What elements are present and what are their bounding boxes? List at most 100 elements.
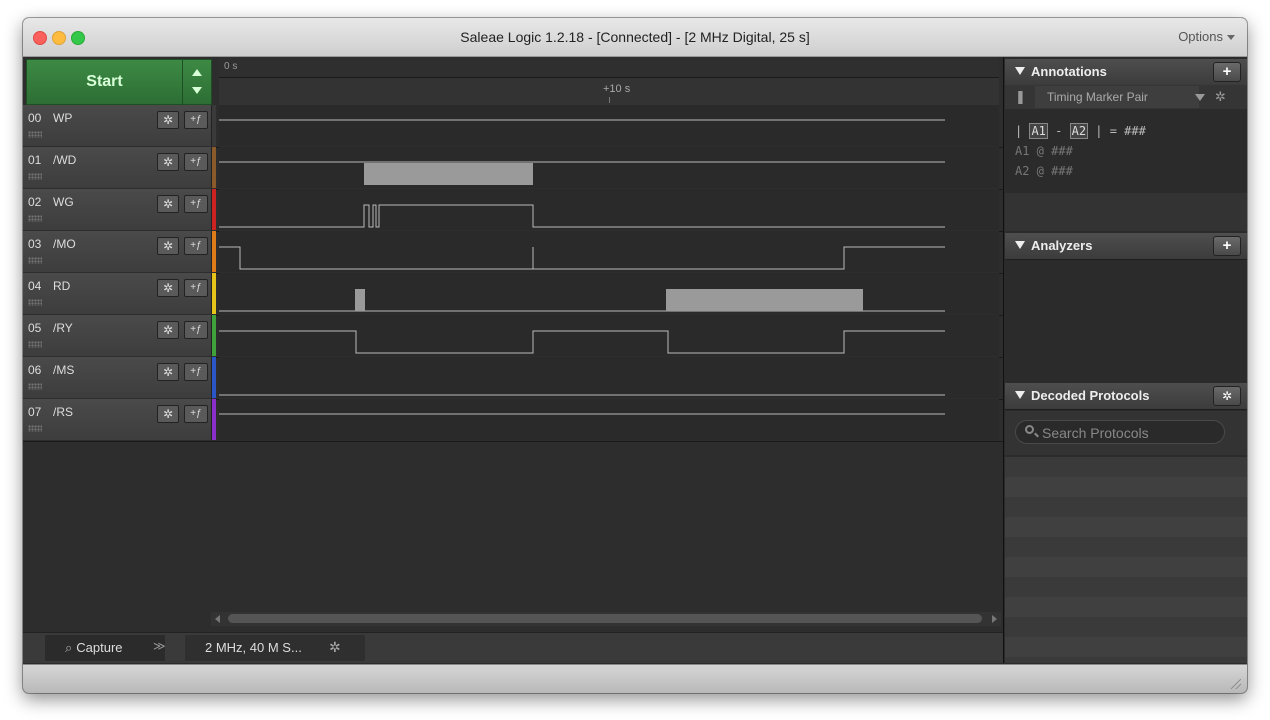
drag-handle-icon[interactable] xyxy=(28,425,42,432)
channel-settings-gear-icon[interactable]: ✲ xyxy=(157,279,179,297)
channel-name[interactable]: /MS xyxy=(53,363,74,377)
scroll-left-icon[interactable] xyxy=(215,615,220,623)
channel-label[interactable]: 07 /RS ✲ +ƒ xyxy=(23,399,212,440)
channel-settings-gear-icon[interactable]: ✲ xyxy=(157,195,179,213)
annotations-title: Annotations xyxy=(1015,64,1107,79)
tab-capture[interactable]: ⌕ Capture xyxy=(45,635,165,661)
drag-handle-icon[interactable] xyxy=(28,383,42,390)
channel-label[interactable]: 05 /RY ✲ +ƒ xyxy=(23,315,212,356)
trigger-edge-icon[interactable]: +ƒ xyxy=(184,279,208,297)
a2-time-line: A2 @ ### xyxy=(1015,164,1073,178)
analyzers-header[interactable]: Analyzers + xyxy=(1005,233,1247,260)
channel-settings-gear-icon[interactable]: ✲ xyxy=(157,237,179,255)
drag-handle-icon[interactable] xyxy=(28,257,42,264)
trigger-edge-icon[interactable]: +ƒ xyxy=(184,195,208,213)
drag-handle-icon[interactable] xyxy=(28,131,42,138)
channel-row-01: 01 /WD ✲ +ƒ xyxy=(23,147,1003,190)
channel-name[interactable]: /MO xyxy=(53,237,76,251)
options-menu[interactable]: Options xyxy=(1178,29,1235,44)
protocol-search-input[interactable]: Search Protocols xyxy=(1015,420,1225,444)
channel-settings-gear-icon[interactable]: ✲ xyxy=(157,111,179,129)
app-window: Saleae Logic 1.2.18 - [Connected] - [2 M… xyxy=(23,18,1247,693)
timing-marker-label: Timing Marker Pair xyxy=(1047,90,1148,104)
channel-number: 00 xyxy=(28,111,42,125)
horizontal-scrollbar[interactable] xyxy=(211,612,1001,626)
channel-label[interactable]: 02 WG ✲ +ƒ xyxy=(23,189,212,230)
waveform-03[interactable] xyxy=(219,231,999,272)
channel-settings-gear-icon[interactable]: ✲ xyxy=(157,153,179,171)
waveform-01[interactable] xyxy=(219,147,999,188)
waveform-06[interactable] xyxy=(219,357,999,398)
sample-rate-label: 2 MHz, 40 M S... xyxy=(205,640,302,655)
channel-row-05: 05 /RY ✲ +ƒ xyxy=(23,315,1003,358)
analyzers-title: Analyzers xyxy=(1015,238,1092,253)
sample-rate-gear-icon[interactable]: ✲ xyxy=(329,639,341,656)
channel-settings-gear-icon[interactable]: ✲ xyxy=(157,321,179,339)
channel-number: 02 xyxy=(28,195,42,209)
scroll-thumb[interactable] xyxy=(228,614,982,623)
trigger-edge-icon[interactable]: +ƒ xyxy=(184,111,208,129)
trigger-edge-icon[interactable]: +ƒ xyxy=(184,153,208,171)
drag-handle-icon[interactable] xyxy=(28,341,42,348)
drag-handle-icon[interactable] xyxy=(28,173,42,180)
decoded-title-label: Decoded Protocols xyxy=(1031,388,1150,403)
waveform-02[interactable] xyxy=(219,189,999,230)
waveform-04[interactable] xyxy=(219,273,999,314)
add-annotation-button[interactable]: + xyxy=(1213,62,1241,82)
trigger-edge-icon[interactable]: +ƒ xyxy=(184,321,208,339)
title-bar: Saleae Logic 1.2.18 - [Connected] - [2 M… xyxy=(23,18,1247,57)
channel-number: 05 xyxy=(28,321,42,335)
annotation-empty-area xyxy=(1005,193,1247,231)
time-ruler[interactable]: 0 s +10 s xyxy=(219,57,999,106)
channel-name[interactable]: RD xyxy=(53,279,70,293)
waveform-07[interactable] xyxy=(219,399,999,440)
start-options-button[interactable] xyxy=(182,59,212,105)
a1-time-line: A1 @ ### xyxy=(1015,144,1073,158)
annotations-header[interactable]: Annotations + xyxy=(1005,59,1247,86)
a2-marker-box[interactable]: A2 xyxy=(1069,123,1089,139)
channel-number: 04 xyxy=(28,279,42,293)
a1-marker-box[interactable]: A1 xyxy=(1029,123,1048,139)
decoded-settings-gear-icon[interactable]: ✲ xyxy=(1213,386,1241,406)
waveform-00[interactable] xyxy=(219,105,999,146)
channel-label[interactable]: 06 /MS ✲ +ƒ xyxy=(23,357,212,398)
trigger-edge-icon[interactable]: +ƒ xyxy=(184,363,208,381)
channel-name[interactable]: WP xyxy=(53,111,72,125)
window-title: Saleae Logic 1.2.18 - [Connected] - [2 M… xyxy=(460,29,810,45)
channel-row-07: 07 /RS ✲ +ƒ xyxy=(23,399,1003,442)
waveform-05[interactable] xyxy=(219,315,999,356)
channel-label[interactable]: 01 /WD ✲ +ƒ xyxy=(23,147,212,188)
channel-name[interactable]: /WD xyxy=(53,153,76,167)
add-analyzer-button[interactable]: + xyxy=(1213,236,1241,256)
chevron-down-icon[interactable] xyxy=(1195,94,1205,101)
analyzers-title-label: Analyzers xyxy=(1031,238,1093,253)
channel-name[interactable]: /RY xyxy=(53,321,73,335)
channel-settings-gear-icon[interactable]: ✲ xyxy=(157,405,179,423)
search-icon xyxy=(1025,425,1034,434)
drag-handle-icon[interactable] xyxy=(28,215,42,222)
marker-gear-icon[interactable]: ✲ xyxy=(1215,89,1226,105)
marker-row: ❚ Timing Marker Pair ✲ xyxy=(1005,85,1247,109)
time-marker-label: +10 s xyxy=(603,83,631,95)
double-chevron-icon[interactable]: ≫ xyxy=(153,639,166,653)
trigger-edge-icon[interactable]: +ƒ xyxy=(184,237,208,255)
collapse-triangle-icon[interactable] xyxy=(1015,391,1025,399)
scroll-right-icon[interactable] xyxy=(992,615,997,623)
protocol-results-list[interactable] xyxy=(1005,457,1247,663)
collapse-triangle-icon[interactable] xyxy=(1015,241,1025,249)
start-button[interactable]: Start xyxy=(26,59,183,105)
decoded-protocols-header[interactable]: Decoded Protocols ✲ xyxy=(1005,383,1247,410)
channel-name[interactable]: /RS xyxy=(53,405,73,419)
annotations-title-label: Annotations xyxy=(1031,64,1107,79)
channel-label[interactable]: 00 WP ✲ +ƒ xyxy=(23,105,212,146)
trigger-edge-icon[interactable]: +ƒ xyxy=(184,405,208,423)
channel-settings-gear-icon[interactable]: ✲ xyxy=(157,363,179,381)
channel-name[interactable]: WG xyxy=(53,195,74,209)
timing-marker-select[interactable]: Timing Marker Pair xyxy=(1035,86,1199,108)
channel-label[interactable]: 03 /MO ✲ +ƒ xyxy=(23,231,212,272)
resize-grip-icon[interactable] xyxy=(1231,679,1241,689)
collapse-triangle-icon[interactable] xyxy=(1015,67,1025,75)
status-bar xyxy=(23,664,1247,693)
channel-label[interactable]: 04 RD ✲ +ƒ xyxy=(23,273,212,314)
drag-handle-icon[interactable] xyxy=(28,299,42,306)
